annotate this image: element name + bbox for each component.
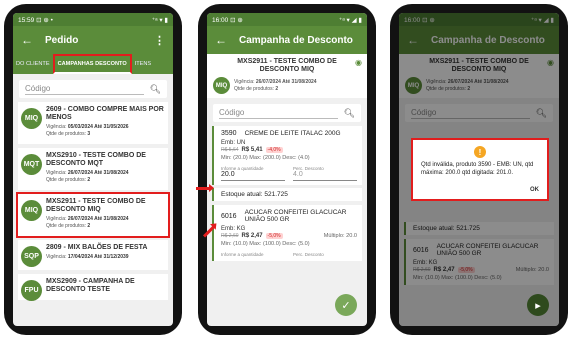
product-name: ACUCAR CONFEITEI GLACUCAR UNIÃO 500 GR: [244, 209, 347, 223]
back-arrow-icon[interactable]: ←: [215, 33, 227, 47]
discount-badge: -4,0%: [265, 147, 283, 153]
app-bar: ← Pedido ⋮: [13, 26, 173, 54]
next-fab-button[interactable]: ▸: [527, 294, 549, 316]
phone-campaign-screen: 16:00 ⊡ ⊕ ⁺ᵃ ▾ ◢ ▮ ← Campanha de Descont…: [198, 4, 376, 335]
page-title: Pedido: [45, 34, 79, 46]
product-packaging: Emb: UN: [221, 140, 246, 146]
new-price: R$ 5,41: [241, 147, 263, 153]
screen: 15:59 ⊡ ⊕ • ⁺ᵃ ▾ ▮ ← Pedido ⋮ DO CLIENTE…: [13, 13, 173, 326]
campaign-title: MXS2911 - TESTE COMBO DE DESCONTO MIQ: [46, 198, 146, 213]
campaign-avatar: SQP: [21, 246, 42, 267]
product-name: CREME DE LEITE ITALAC 200G: [244, 130, 341, 137]
product-item: 6016 ACUCAR CONFEITEI GLACUCAR UNIÃO 500…: [212, 205, 362, 261]
code-search-input[interactable]: Código: [219, 108, 338, 119]
status-right-icons: ⁺ᵃ ▾ ▮: [151, 16, 168, 24]
qty-label: Qtde de produtos:: [234, 85, 275, 92]
status-icons: ⊡ ⊕: [230, 16, 243, 24]
confirm-fab-button[interactable]: ✓: [335, 294, 357, 316]
validity-label: Vigência:: [46, 170, 67, 176]
status-icons: ⊡ ⊕ •: [36, 16, 53, 24]
min-max-info: Min: (10.0) Max: (100.0) Desc: (5.0): [221, 241, 310, 247]
search-bar: Código 🔍︎: [213, 104, 361, 122]
qty-value: 2: [275, 85, 279, 92]
campaign-card[interactable]: SQP 2809 - MIX BALÕES DE FESTA Vigência:…: [18, 240, 168, 270]
campaign-title: MXS2910 - TESTE COMBO DE DESCONTO MQT: [46, 152, 146, 167]
screen: 16:00 ⊡ ⊕ ⁺ᵃ ▾ ◢ ▮ ← Campanha de Descont…: [399, 13, 559, 326]
tab-client[interactable]: DO CLIENTE: [13, 54, 53, 74]
campaign-card[interactable]: MIQ 2609 - COMBO COMPRE MAIS POR MENOS V…: [18, 102, 168, 144]
validity-value: 17/04/2024 Até 31/12/2039: [67, 254, 129, 260]
status-right-icons: ⁺ᵃ ▾ ◢ ▮: [338, 16, 362, 24]
quantity-label: Informe a quantidade: [221, 252, 264, 257]
min-max-info: Min: (20.0) Max: (200.0) Desc: (4.0): [221, 155, 310, 161]
status-time: 15:59: [18, 16, 35, 24]
status-bar: 15:59 ⊡ ⊕ • ⁺ᵃ ▾ ▮: [13, 13, 173, 26]
multiple-info: Múltiplo: 20.0: [323, 233, 357, 239]
search-bar: Código 🔍︎: [19, 80, 167, 98]
validity-label: Vigência:: [46, 124, 67, 130]
quantity-input[interactable]: 20.0: [221, 171, 285, 181]
search-icon[interactable]: 🔍︎: [344, 108, 355, 119]
stock-info: Estoque atual: 521.725: [212, 188, 362, 201]
phone-order-screen: 15:59 ⊡ ⊕ • ⁺ᵃ ▾ ▮ ← Pedido ⋮ DO CLIENTE…: [4, 4, 182, 335]
qty-label: Qtde de produtos:: [46, 131, 87, 137]
phone-error-dialog-screen: 16:00 ⊡ ⊕ ⁺ᵃ ▾ ◢ ▮ ← Campanha de Descont…: [390, 4, 568, 335]
discount-badge: -5,0%: [265, 233, 283, 239]
campaign-title: 2809 - MIX BALÕES DE FESTA: [46, 244, 148, 251]
validity-value: 26/07/2024 Até 31/08/2024: [255, 78, 317, 85]
validity-label: Vigência:: [234, 78, 255, 85]
discount-percent-input[interactable]: 4.0: [293, 171, 357, 181]
discount-percent-label: Perc. Desconto: [293, 252, 324, 257]
warning-icon: !: [474, 146, 486, 158]
status-time: 16:00: [212, 16, 229, 24]
page-title: Campanha de Desconto: [239, 34, 353, 46]
product-code: 6016: [221, 212, 237, 220]
qty-value: 2: [87, 223, 91, 229]
tab-discount-campaigns[interactable]: CAMPANHAS DESCONTO: [52, 54, 132, 74]
back-arrow-icon[interactable]: ←: [21, 33, 33, 47]
product-item: 3590 CREME DE LEITE ITALAC 200G Emb: UN …: [212, 126, 362, 185]
old-price: R$ 5,64: [221, 147, 239, 153]
campaign-title: MXS2909 - CAMPANHA DE DESCONTO TESTE: [46, 278, 135, 293]
campaign-avatar: MIQ: [213, 77, 230, 94]
screen: 16:00 ⊡ ⊕ ⁺ᵃ ▾ ◢ ▮ ← Campanha de Descont…: [207, 13, 367, 326]
tab-items[interactable]: ITENS: [132, 54, 154, 74]
search-icon[interactable]: 🔍︎: [150, 84, 161, 95]
code-search-input[interactable]: Código: [25, 84, 144, 95]
validity-value: 26/07/2024 Até 31/08/2024: [67, 170, 129, 176]
eye-icon[interactable]: ◉: [355, 58, 362, 67]
new-price: R$ 2,47: [241, 233, 263, 239]
campaign-header: MXS2911 - TESTE COMBO DE DESCONTO MIQ ◉ …: [207, 54, 367, 98]
error-dialog: ! Qtd inválida, produto 3590 - EMB: UN, …: [411, 138, 549, 201]
product-packaging: Emb: KG: [221, 226, 246, 232]
campaign-card-selected[interactable]: MIQ MXS2911 - TESTE COMBO DE DESCONTO MI…: [16, 192, 170, 238]
campaign-title: 2609 - COMBO COMPRE MAIS POR MENOS: [46, 106, 164, 121]
overflow-menu-icon[interactable]: ⋮: [154, 34, 165, 47]
campaign-avatar: MQT: [21, 154, 42, 175]
app-bar: ← Campanha de Desconto: [207, 26, 367, 54]
product-code: 3590: [221, 130, 237, 137]
annotation-arrow: [196, 184, 214, 192]
campaign-card[interactable]: FPU MXS2909 - CAMPANHA DE DESCONTO TESTE: [18, 274, 168, 301]
validity-value: 26/07/2024 Até 31/08/2024: [67, 216, 129, 222]
campaign-card[interactable]: MQT MXS2910 - TESTE COMBO DE DESCONTO MQ…: [18, 148, 168, 190]
validity-value: 05/03/2024 Até 31/05/2026: [67, 124, 129, 130]
qty-value: 2: [87, 177, 91, 183]
tab-bar: DO CLIENTE CAMPANHAS DESCONTO ITENS: [13, 54, 173, 74]
error-message: Qtd inválida, produto 3590 - EMB: UN, qt…: [421, 162, 534, 176]
campaign-avatar: FPU: [21, 280, 42, 301]
status-bar: 16:00 ⊡ ⊕ ⁺ᵃ ▾ ◢ ▮: [207, 13, 367, 26]
validity-label: Vigência:: [46, 216, 67, 222]
qty-label: Qtde de produtos:: [46, 223, 87, 229]
campaign-title: MXS2911 - TESTE COMBO DE DESCONTO MIQ: [237, 58, 337, 73]
validity-label: Vigência:: [46, 254, 67, 260]
campaign-avatar: MIQ: [21, 200, 42, 221]
campaign-avatar: MIQ: [21, 108, 42, 129]
qty-value: 3: [87, 131, 91, 137]
ok-button[interactable]: OK: [421, 187, 539, 193]
qty-label: Qtde de produtos:: [46, 177, 87, 183]
old-price: R$ 2,60: [221, 233, 239, 239]
